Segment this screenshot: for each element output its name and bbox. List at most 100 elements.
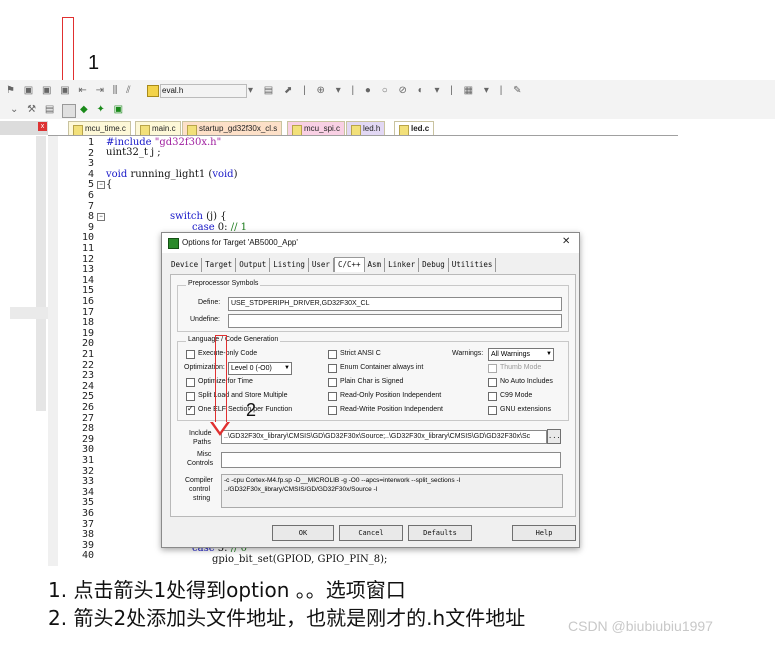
warnings-select[interactable]: All Warnings ▼ (488, 348, 554, 361)
ro-pi-label: Read-Only Position Independent (340, 392, 442, 399)
target-select[interactable] (160, 84, 247, 98)
warnings-label: Warnings: (452, 350, 484, 357)
no-auto-includes-checkbox[interactable] (488, 378, 497, 387)
ok-button[interactable]: OK (272, 525, 334, 541)
code-line-2: uint32_t j ; (106, 147, 161, 158)
tab-listing[interactable]: Listing (270, 258, 309, 272)
strict-ansi-checkbox[interactable] (328, 350, 337, 359)
tab-mcu-spi[interactable]: mcu_spi.c (287, 121, 346, 136)
cc-panel: Preprocessor Symbols Define: USE_STDPERI… (170, 274, 576, 517)
include-paths-field[interactable]: ..\GD32F30x_library\CMSIS\GD\GD32F30x\So… (221, 430, 547, 444)
misc-label-1: Misc (197, 451, 212, 458)
tab-main[interactable]: main.c (135, 121, 181, 136)
tab-startup[interactable]: startup_gd32f30x_cl.s (182, 121, 283, 136)
line-number: 40 (81, 550, 94, 562)
dialog-app-icon (168, 238, 179, 249)
tab-debug[interactable]: Debug (419, 258, 449, 272)
include-browse-button[interactable]: ... (547, 429, 561, 444)
line-number: 11 (81, 243, 94, 254)
tab-target[interactable]: Target (202, 258, 237, 272)
line-number: 16 (81, 296, 94, 307)
tab-mcu-time[interactable]: mcu_time.c (68, 121, 131, 136)
define-field[interactable]: USE_STDPERIPH_DRIVER,GD32F30X_CL (228, 297, 562, 311)
define-label: Define: (198, 299, 221, 306)
c99-mode-checkbox[interactable] (488, 392, 497, 401)
gnu-extensions-label: GNU extensions (500, 406, 551, 413)
tab-led-c[interactable]: led.c (394, 121, 435, 136)
undefine-label: Undefine: (190, 316, 220, 323)
toolbar-icons-right[interactable]: ▾ ▤ ⬈ | ⊕ ▾ | ● ○ ⊘ ◐ ▾ | ▦ ▾ | ✎ (248, 84, 525, 98)
dialog-tabs: Device Target Output Listing User C/C++ Asm Lin… (168, 257, 497, 272)
no-auto-includes-label: No Auto Includes (500, 378, 553, 385)
dialog-close-button[interactable]: ✕ (562, 236, 570, 247)
optimization-select[interactable]: Level 0 (-O0) ▼ (228, 362, 292, 375)
project-panel-scrollbar[interactable] (36, 136, 46, 411)
strict-ansi-label: Strict ANSI C (340, 350, 381, 357)
line-number: 1 (87, 137, 94, 148)
watermark: CSDN @biubiubiu1997 (568, 618, 713, 634)
tab-linker[interactable]: Linker (385, 258, 420, 272)
tab-cc[interactable]: C/C++ (333, 257, 365, 272)
toolbar-row-1: ⚑ ▣ ▣ ▣ ⇤ ⇥ ⫼ ⫽ eval.h ▾ ▤ ⬈ | ⊕ ▾ | ● ○… (0, 80, 775, 102)
thumb-mode-label: Thumb Mode (500, 364, 542, 371)
line-number: 31 (81, 455, 94, 466)
fold-marker[interactable]: − (97, 181, 105, 189)
tab-output[interactable]: Output (236, 258, 271, 272)
thumb-mode-checkbox (488, 364, 497, 373)
line-number: 21 (81, 349, 94, 360)
dialog-title: Options for Target 'AB5000_App' (182, 238, 298, 247)
plain-char-label: Plain Char is Signed (340, 378, 404, 385)
misc-label-2: Controls (187, 460, 214, 467)
enum-container-checkbox[interactable] (328, 364, 337, 373)
ro-pi-checkbox[interactable] (328, 392, 337, 401)
toolbar-icons-left[interactable]: ⚑ ▣ ▣ ▣ ⇤ ⇥ ⫼ ⫽ (6, 84, 134, 98)
toolbar-row2-icons[interactable]: ⌄ ⚒ ▤ (10, 103, 57, 117)
gnu-extensions-checkbox[interactable] (488, 406, 497, 415)
one-elf-checkbox[interactable] (186, 404, 195, 415)
rw-pi-label: Read-Write Position Independent (340, 406, 443, 413)
tab-device[interactable]: Device (168, 258, 203, 272)
dialog-title-bar[interactable]: Options for Target 'AB5000_App' ✕ (162, 233, 579, 253)
plain-char-checkbox[interactable] (328, 378, 337, 387)
rw-pi-checkbox[interactable] (328, 406, 337, 415)
line-number: 26 (81, 402, 94, 413)
tab-user[interactable]: User (309, 258, 334, 272)
defaults-button[interactable]: Defaults (408, 525, 472, 541)
options-for-target-button[interactable] (62, 104, 76, 118)
project-panel-close[interactable]: x (38, 122, 47, 131)
chevron-down-icon: ▼ (284, 365, 290, 371)
optimize-time-checkbox[interactable] (186, 378, 195, 387)
execute-only-checkbox[interactable] (186, 350, 195, 359)
code-line-8: switch (j) { (170, 211, 227, 222)
execute-only-label: Execute-only Code (198, 350, 258, 357)
target-icon (147, 85, 159, 97)
editor-left-margin (48, 136, 58, 566)
tab-utilities[interactable]: Utilities (449, 258, 497, 272)
line-number: 36 (81, 508, 94, 519)
misc-controls-field[interactable] (221, 452, 561, 468)
fold-marker[interactable]: − (97, 213, 105, 221)
preprocessor-group: Preprocessor Symbols Define: USE_STDPERI… (177, 280, 569, 332)
annotation-arrow-2 (215, 335, 227, 424)
build-icons[interactable]: ◆ ✦ ▣ (80, 103, 126, 117)
tab-led-h[interactable]: led.h (346, 121, 386, 136)
chevron-down-icon: ▼ (546, 351, 552, 357)
line-number: 6 (87, 190, 94, 201)
code-line-40: gpio_bit_set(GPIOD, GPIO_PIN_8); (212, 554, 388, 565)
help-button[interactable]: Help (512, 525, 576, 541)
split-load-label: Split Load and Store Multiple (198, 392, 288, 399)
annotation-marker-2: 2 (246, 400, 257, 420)
language-title: Language / Code Generation (186, 336, 281, 343)
enum-container-label: Enum Container always int (340, 364, 424, 371)
tab-asm[interactable]: Asm (365, 258, 386, 272)
compiler-label-3: string (193, 495, 211, 502)
annotation-marker-1: 1 (88, 52, 100, 74)
undefine-field[interactable] (228, 314, 562, 328)
cancel-button[interactable]: Cancel (339, 525, 403, 541)
instruction-line-1: 1. 点击箭头1处得到option 。。选项窗口 (48, 578, 406, 602)
compiler-control-string: -c -cpu Cortex-M4.fp.sp -D__MICROLIB -g … (221, 474, 563, 508)
toolbar-row-2: ⌄ ⚒ ▤ ◆ ✦ ▣ (0, 102, 775, 119)
preprocessor-title: Preprocessor Symbols (186, 280, 261, 287)
split-load-checkbox[interactable] (186, 392, 195, 401)
language-group: Language / Code Generation Execute-only … (177, 336, 569, 421)
